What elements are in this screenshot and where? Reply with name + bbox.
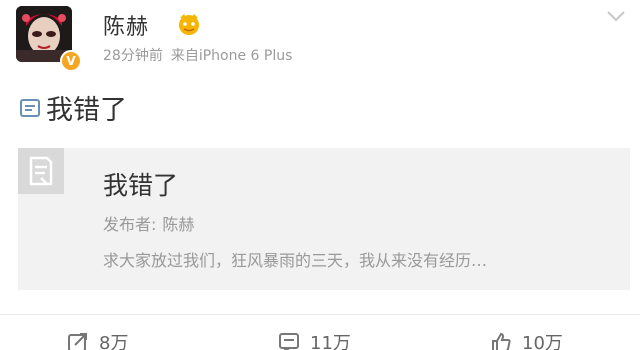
post-meta: 28分钟前 来自iPhone 6 Plus	[103, 45, 292, 65]
member-crown-icon[interactable]	[176, 12, 202, 36]
article-card[interactable]: 我错了 发布者: 陈赫 求大家放过我们，狂风暴雨的三天，我从来没有经历…	[18, 148, 630, 290]
thumbs-up-icon	[492, 332, 511, 350]
article-author-label: 发布者:	[103, 215, 157, 234]
repost-icon	[68, 333, 87, 350]
comment-icon	[279, 333, 299, 350]
verified-badge-icon: V	[60, 50, 82, 72]
article-summary: 求大家放过我们，狂风暴雨的三天，我从来没有经历…	[103, 251, 488, 270]
article-author: 发布者: 陈赫	[103, 211, 194, 235]
comment-count: 11万	[310, 333, 351, 350]
repost-button[interactable]: 8万	[67, 329, 128, 350]
like-count: 10万	[522, 333, 563, 350]
repost-count: 8万	[99, 333, 129, 350]
post-time: 28分钟前	[103, 48, 163, 64]
chevron-down-icon[interactable]	[606, 8, 626, 22]
post-source[interactable]: 来自iPhone 6 Plus	[171, 48, 293, 64]
article-icon	[18, 148, 64, 194]
article-link-icon[interactable]	[18, 96, 42, 120]
username[interactable]: 陈赫	[103, 9, 149, 41]
post-body: 我错了	[46, 95, 127, 126]
post-text: 我错了	[18, 88, 127, 127]
article-title: 我错了	[103, 171, 179, 200]
like-button[interactable]: 10万	[490, 329, 563, 350]
comment-button[interactable]: 11万	[278, 329, 351, 350]
action-bar: 8万 11万 10万	[0, 314, 640, 350]
article-author-name: 陈赫	[162, 215, 195, 234]
weibo-post: V 陈赫 28分钟前 来自iPhone 6 Plus 我错了 我错了 发布者: …	[0, 0, 640, 350]
